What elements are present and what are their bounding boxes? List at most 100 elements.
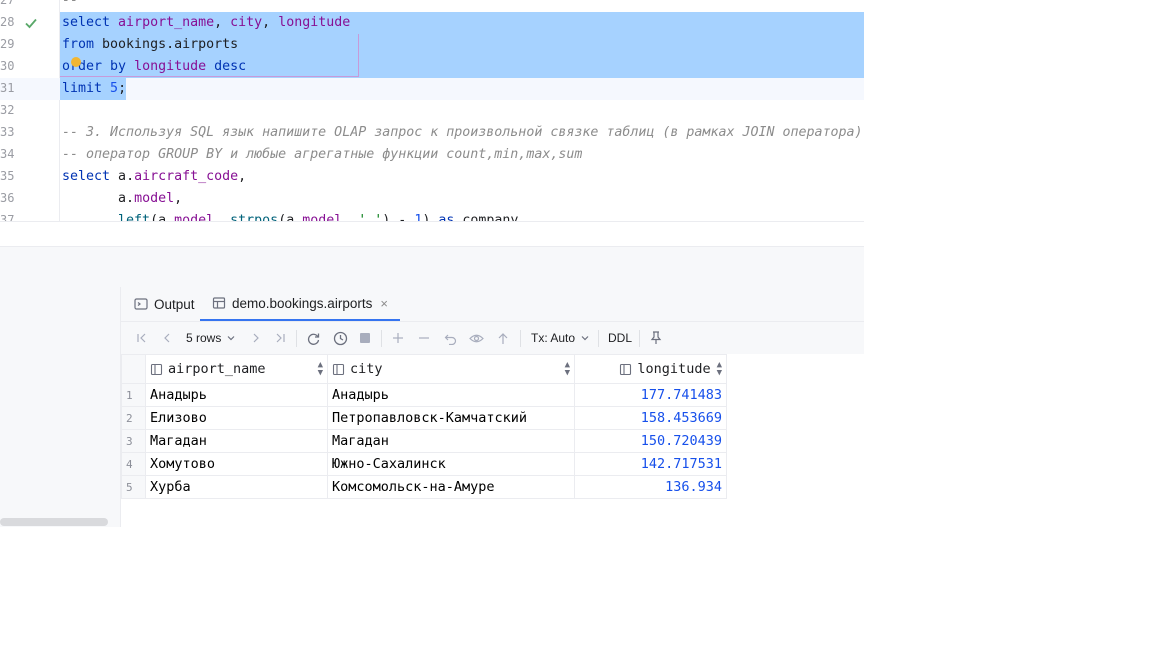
code-text: order by longitude desc — [62, 58, 246, 76]
code-token: left — [62, 213, 151, 221]
cell-airport-name[interactable]: Хомутово — [145, 452, 328, 476]
code-line[interactable]: 36 a.model, — [0, 188, 864, 210]
code-line[interactable]: 32 — [0, 100, 864, 122]
code-line[interactable]: 37 left(a.model, strpos(a.model, ' ') - … — [0, 210, 864, 221]
cell-city[interactable]: Комсомольск-на-Амуре — [327, 475, 575, 499]
cell-longitude[interactable]: 136.934 — [574, 475, 727, 499]
close-tab-icon[interactable]: × — [380, 296, 388, 311]
results-tabs: Output demo.bookings.airports × — [121, 287, 864, 322]
row-number: 5 — [121, 475, 146, 499]
code-token: (a. — [278, 213, 303, 221]
submit-icon[interactable] — [496, 330, 510, 346]
transaction-mode-dropdown[interactable]: Tx: Auto — [531, 330, 593, 346]
code-token: longitude — [134, 59, 215, 74]
code-line[interactable]: 35 select a.aircraft_code, — [0, 166, 864, 188]
code-line[interactable]: 31 limit 5; — [0, 78, 864, 100]
cell-longitude[interactable]: 142.717531 — [574, 452, 727, 476]
tab-airports-result-label: demo.bookings.airports — [232, 295, 373, 311]
line-number: 31 — [0, 81, 15, 95]
last-page-icon[interactable] — [273, 330, 287, 346]
result-grid[interactable]: airport_name ▲ ▼ city ▲ ▼ longitude ▲ ▼ … — [121, 354, 864, 526]
cell-city[interactable]: Магадан — [327, 429, 575, 453]
history-icon[interactable] — [331, 330, 349, 346]
row-number: 1 — [121, 383, 146, 407]
code-token: as — [438, 213, 463, 221]
code-line[interactable]: 28 select airport_name, city, longitude — [0, 12, 864, 34]
cell-city[interactable]: Петропавловск-Камчатский — [327, 406, 575, 430]
code-text: -- оператор GROUP BY и любые агрегатные … — [62, 146, 582, 164]
code-line[interactable]: 27 -- — [0, 0, 864, 12]
line-number: 37 — [0, 213, 15, 221]
line-number: 29 — [0, 37, 15, 51]
intention-bulb-icon[interactable] — [71, 57, 81, 67]
code-text: -- 3. Используя SQL язык напишите OLAP з… — [62, 124, 863, 142]
add-row-icon[interactable] — [391, 330, 405, 346]
cell-longitude[interactable]: 177.741483 — [574, 383, 727, 407]
reload-icon[interactable] — [305, 330, 321, 346]
cell-city[interactable]: Южно-Сахалинск — [327, 452, 575, 476]
sort-icon[interactable]: ▲ ▼ — [318, 361, 323, 378]
code-text: left(a.model, strpos(a.model, ' ') - 1) … — [62, 212, 518, 221]
tab-output[interactable]: Output — [134, 287, 195, 321]
first-page-icon[interactable] — [135, 330, 149, 346]
revert-icon[interactable] — [443, 330, 457, 346]
column-name: airport_name — [168, 361, 266, 377]
code-token: strpos — [230, 213, 279, 221]
chevron-down-icon — [227, 336, 235, 341]
code-line[interactable]: 34 -- оператор GROUP BY и любые агрегатны… — [0, 144, 864, 166]
code-line[interactable]: 30 order by longitude desc — [0, 56, 864, 78]
cell-airport-name[interactable]: Хурба — [145, 475, 328, 499]
code-line[interactable]: 29 from bookings.airports — [0, 34, 864, 56]
column-header-longitude[interactable]: longitude ▲ ▼ — [574, 354, 727, 384]
tab-airports-result[interactable]: demo.bookings.airports × — [200, 287, 400, 321]
code-token: bookings.airports — [102, 37, 239, 52]
code-line[interactable]: 33 -- 3. Используя SQL язык напишите OLAP… — [0, 122, 864, 144]
delete-row-icon[interactable] — [417, 330, 431, 346]
toolbar-separator — [296, 330, 297, 347]
code-token: ) - — [382, 213, 415, 221]
cell-airport-name[interactable]: Магадан — [145, 429, 328, 453]
line-number: 28 — [0, 15, 15, 29]
column-header-airport-name[interactable]: airport_name ▲ ▼ — [145, 354, 328, 384]
code-token: , — [238, 169, 247, 184]
table-row[interactable]: 3 Магадан Магадан 150.720439 — [121, 429, 727, 453]
sort-icon[interactable]: ▲ ▼ — [717, 361, 722, 378]
services-tree-scrollbar[interactable] — [0, 518, 108, 526]
sort-icon[interactable]: ▲ ▼ — [565, 361, 570, 378]
sql-editor[interactable]: 27 -- 28 select airport_name, city, longitu… — [0, 0, 864, 221]
column-header-city[interactable]: city ▲ ▼ — [327, 354, 575, 384]
table-row[interactable]: 1 Анадырь Анадырь 177.741483 — [121, 383, 727, 407]
result-table: airport_name ▲ ▼ city ▲ ▼ longitude ▲ ▼ … — [121, 354, 727, 499]
chevron-down-icon — [581, 336, 589, 341]
preview-changes-icon[interactable] — [468, 330, 484, 346]
previous-page-icon[interactable] — [160, 330, 174, 346]
table-row[interactable]: 4 Хомутово Южно-Сахалинск 142.717531 — [121, 452, 727, 476]
code-token: 5 — [110, 81, 119, 96]
stop-icon[interactable] — [358, 330, 372, 346]
toolbar-separator — [639, 330, 640, 347]
code-token: from — [62, 37, 103, 52]
results-toolbar: 5 rows Tx: Auto DDL — [121, 322, 864, 354]
cell-city[interactable]: Анадырь — [327, 383, 575, 407]
transaction-mode-label: Tx: Auto — [531, 331, 576, 345]
cell-airport-name[interactable]: Елизово — [145, 406, 328, 430]
next-page-icon[interactable] — [249, 330, 263, 346]
cell-airport-name[interactable]: Анадырь — [145, 383, 328, 407]
pin-tab-icon[interactable] — [649, 330, 663, 346]
line-number: 30 — [0, 59, 15, 73]
execution-success-check-icon — [25, 18, 37, 29]
code-token: airport_name — [118, 15, 215, 30]
ddl-button[interactable]: DDL — [608, 330, 632, 346]
row-number-header — [121, 354, 146, 384]
table-row[interactable]: 2 Елизово Петропавловск-Камчатский 158.4536… — [121, 406, 727, 430]
rows-count-dropdown[interactable]: 5 rows — [186, 330, 240, 346]
table-row[interactable]: 5 Хурба Комсомольск-на-Амуре 136.934 — [121, 475, 727, 499]
line-number: 33 — [0, 125, 15, 139]
column-name: city — [350, 361, 383, 377]
cell-longitude[interactable]: 150.720439 — [574, 429, 727, 453]
code-token: longitude — [278, 15, 351, 30]
cell-longitude[interactable]: 158.453669 — [574, 406, 727, 430]
code-token: a — [118, 169, 127, 184]
code-token: , — [214, 213, 231, 221]
code-token: , — [174, 191, 183, 206]
